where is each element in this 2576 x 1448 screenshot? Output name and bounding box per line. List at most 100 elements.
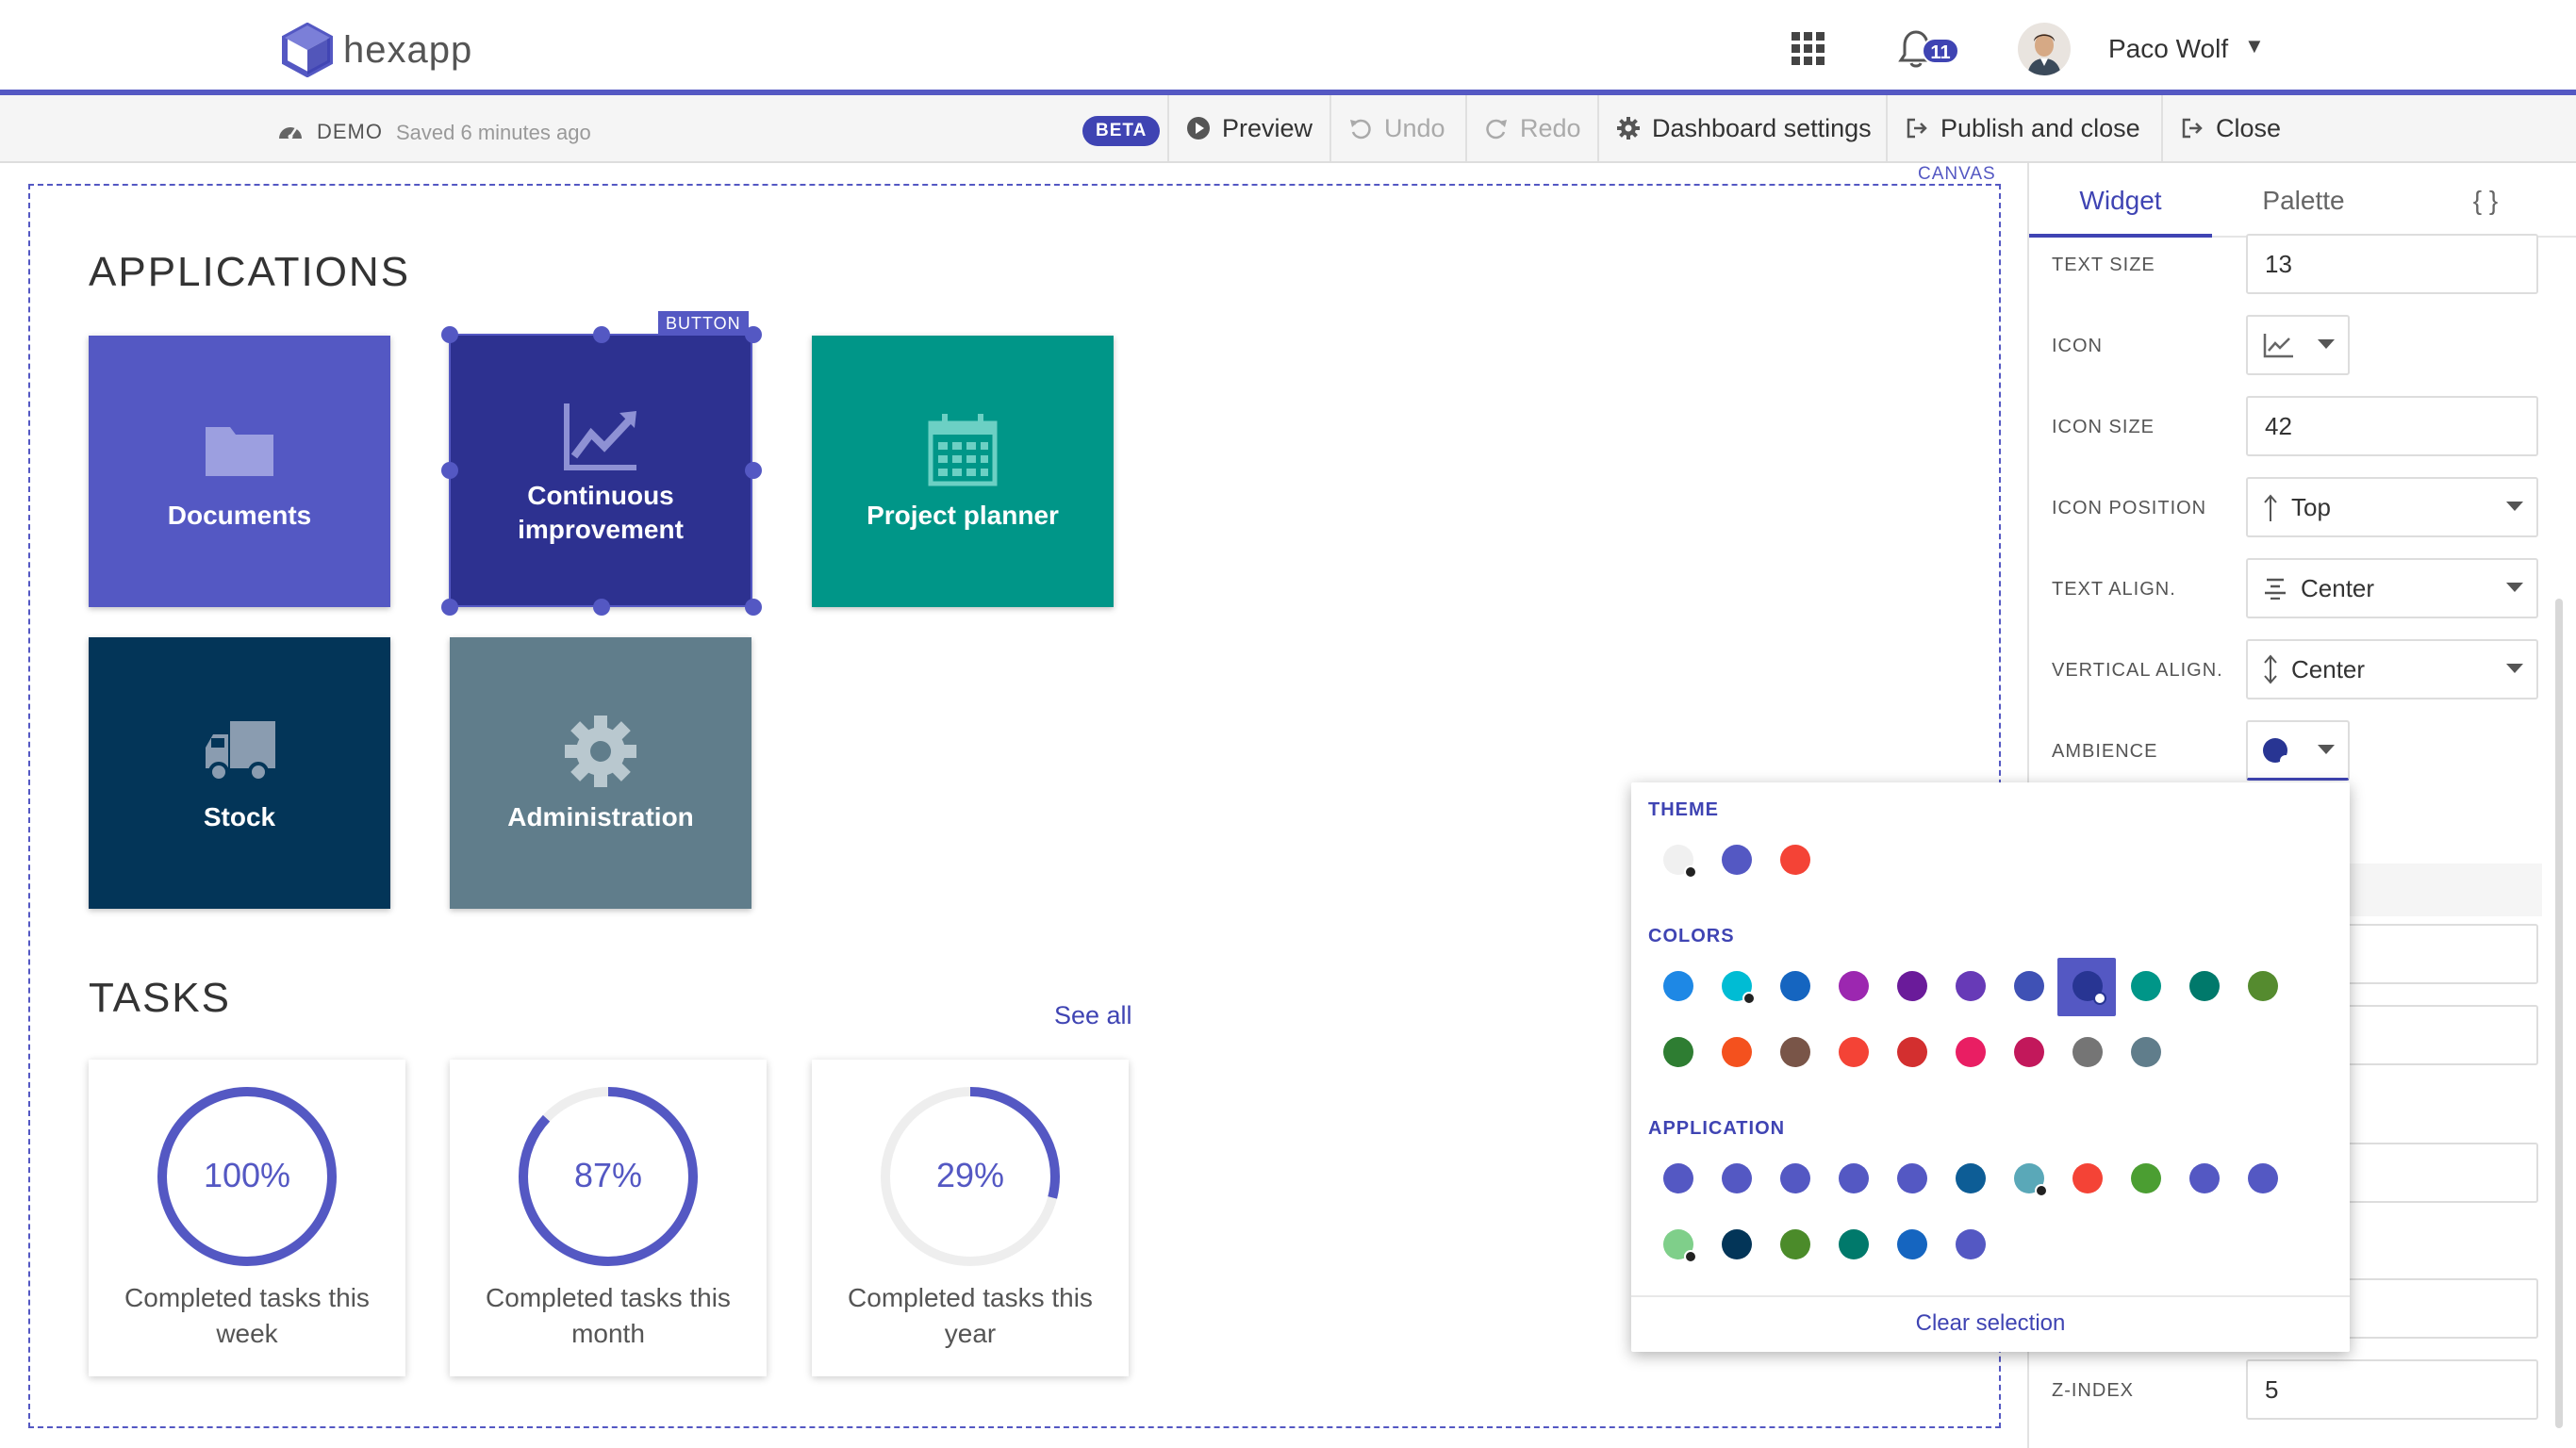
- resize-handle[interactable]: [745, 599, 762, 616]
- color-swatch[interactable]: [1897, 971, 1927, 1001]
- application-swatch[interactable]: [1722, 1229, 1752, 1259]
- close-label: Close: [2216, 113, 2282, 142]
- color-swatch[interactable]: [2189, 971, 2220, 1001]
- undo-button[interactable]: Undo: [1329, 95, 1462, 161]
- tile-stock[interactable]: Stock: [89, 637, 390, 909]
- see-all-link[interactable]: See all: [1054, 1001, 1132, 1030]
- hexagon-logo-icon: [282, 23, 333, 77]
- application-swatch[interactable]: [2072, 1163, 2103, 1193]
- close-button[interactable]: Close: [2161, 95, 2298, 161]
- theme-swatch[interactable]: [1722, 845, 1752, 875]
- color-swatch[interactable]: [1897, 1037, 1927, 1067]
- color-swatch[interactable]: [1722, 1037, 1752, 1067]
- apps-grid-icon[interactable]: [1792, 32, 1825, 66]
- redo-button[interactable]: Redo: [1465, 95, 1598, 161]
- application-swatch[interactable]: [1897, 1229, 1927, 1259]
- icon-size-label: ICON SIZE: [2052, 417, 2155, 437]
- vertical-align-value: Center: [2291, 654, 2366, 683]
- application-swatch[interactable]: [2131, 1163, 2161, 1193]
- color-swatch[interactable]: [2072, 1037, 2103, 1067]
- ambience-label: AMBIENCE: [2052, 741, 2158, 762]
- theme-swatch[interactable]: [1780, 845, 1810, 875]
- ambience-swatch: [2263, 737, 2291, 766]
- panel-scrollbar[interactable]: [2555, 599, 2563, 1428]
- app-logo[interactable]: hexapp: [281, 23, 472, 77]
- icon-size-input[interactable]: 42: [2246, 396, 2538, 456]
- color-swatch[interactable]: [2014, 1037, 2044, 1067]
- zindex-input[interactable]: 5: [2246, 1359, 2538, 1420]
- preview-button[interactable]: Preview: [1167, 95, 1329, 161]
- application-swatch[interactable]: [1722, 1163, 1752, 1193]
- tile-project-planner[interactable]: Project planner: [812, 336, 1114, 607]
- color-swatch[interactable]: [1663, 1037, 1693, 1067]
- application-swatch[interactable]: [1956, 1229, 1986, 1259]
- avatar[interactable]: [2018, 23, 2071, 75]
- icon-select[interactable]: [2246, 315, 2350, 375]
- undo-label: Undo: [1384, 113, 1445, 142]
- text-size-input[interactable]: 13: [2246, 234, 2538, 294]
- task-card-year[interactable]: 29% Completed tasks this year: [812, 1060, 1129, 1376]
- application-swatch[interactable]: [1663, 1163, 1693, 1193]
- color-swatch[interactable]: [2014, 971, 2044, 1001]
- application-swatch[interactable]: [2248, 1163, 2278, 1193]
- gear-icon: [1617, 117, 1640, 140]
- caret-down-icon[interactable]: ▼: [2244, 34, 2265, 58]
- task-caption: Completed tasks this month: [486, 1283, 731, 1348]
- application-swatch[interactable]: [1897, 1163, 1927, 1193]
- color-swatch[interactable]: [1839, 971, 1869, 1001]
- color-swatch[interactable]: [1956, 971, 1986, 1001]
- resize-handle[interactable]: [441, 326, 458, 343]
- sign-out-icon: [1907, 118, 1927, 139]
- tile-documents[interactable]: Documents: [89, 336, 390, 607]
- application-swatch[interactable]: [1956, 1163, 1986, 1193]
- color-swatch[interactable]: [1663, 971, 1693, 1001]
- tab-json[interactable]: { }: [2395, 166, 2576, 238]
- application-swatch[interactable]: [1663, 1229, 1697, 1263]
- dashboard-name: DEMO: [317, 120, 383, 143]
- ambience-select[interactable]: [2246, 720, 2350, 781]
- color-swatch[interactable]: [2248, 971, 2278, 1001]
- tab-palette[interactable]: Palette: [2212, 166, 2395, 238]
- color-swatch[interactable]: [2072, 971, 2106, 1005]
- clear-selection-button[interactable]: Clear selection: [1631, 1310, 2350, 1337]
- resize-handle[interactable]: [745, 462, 762, 479]
- tile-label: Project planner: [867, 501, 1059, 530]
- tab-widget[interactable]: Widget: [2029, 166, 2212, 238]
- selected-widget-tag: BUTTON: [658, 311, 749, 336]
- application-swatch[interactable]: [1839, 1229, 1869, 1259]
- dashboard-settings-button[interactable]: Dashboard settings: [1597, 95, 1889, 161]
- text-align-value: Center: [2301, 573, 2375, 602]
- vertical-align-select[interactable]: Center: [2246, 639, 2538, 699]
- tasks-title: TASKS: [89, 975, 232, 1021]
- user-avatar-icon: [2018, 23, 2071, 75]
- swatch-dot: [2035, 1184, 2048, 1197]
- beta-badge: BETA: [1082, 116, 1161, 146]
- resize-handle[interactable]: [441, 462, 458, 479]
- color-swatch[interactable]: [1956, 1037, 1986, 1067]
- task-card-month[interactable]: 87% Completed tasks this month: [450, 1060, 767, 1376]
- color-swatch[interactable]: [1780, 1037, 1810, 1067]
- resize-handle[interactable]: [593, 599, 610, 616]
- application-swatch[interactable]: [1780, 1229, 1810, 1259]
- task-card-week[interactable]: 100% Completed tasks this week: [89, 1060, 405, 1376]
- color-swatch[interactable]: [1722, 971, 1756, 1005]
- swatch-dot: [1742, 992, 1756, 1005]
- icon-position-select[interactable]: Top: [2246, 477, 2538, 537]
- user-name[interactable]: Paco Wolf: [2108, 34, 2228, 64]
- resize-handle[interactable]: [745, 326, 762, 343]
- application-swatch[interactable]: [1780, 1163, 1810, 1193]
- notification-badge: 11: [1922, 38, 1959, 64]
- color-swatch[interactable]: [1839, 1037, 1869, 1067]
- color-swatch[interactable]: [2131, 1037, 2161, 1067]
- resize-handle[interactable]: [593, 326, 610, 343]
- publish-and-close-button[interactable]: Publish and close: [1886, 95, 2157, 161]
- color-swatch[interactable]: [1780, 971, 1810, 1001]
- theme-swatch[interactable]: [1663, 845, 1697, 879]
- color-swatch[interactable]: [2131, 971, 2161, 1001]
- text-align-select[interactable]: Center: [2246, 558, 2538, 618]
- tile-administration[interactable]: Administration: [450, 637, 751, 909]
- application-swatch[interactable]: [2189, 1163, 2220, 1193]
- application-swatch[interactable]: [2014, 1163, 2048, 1197]
- resize-handle[interactable]: [441, 599, 458, 616]
- application-swatch[interactable]: [1839, 1163, 1869, 1193]
